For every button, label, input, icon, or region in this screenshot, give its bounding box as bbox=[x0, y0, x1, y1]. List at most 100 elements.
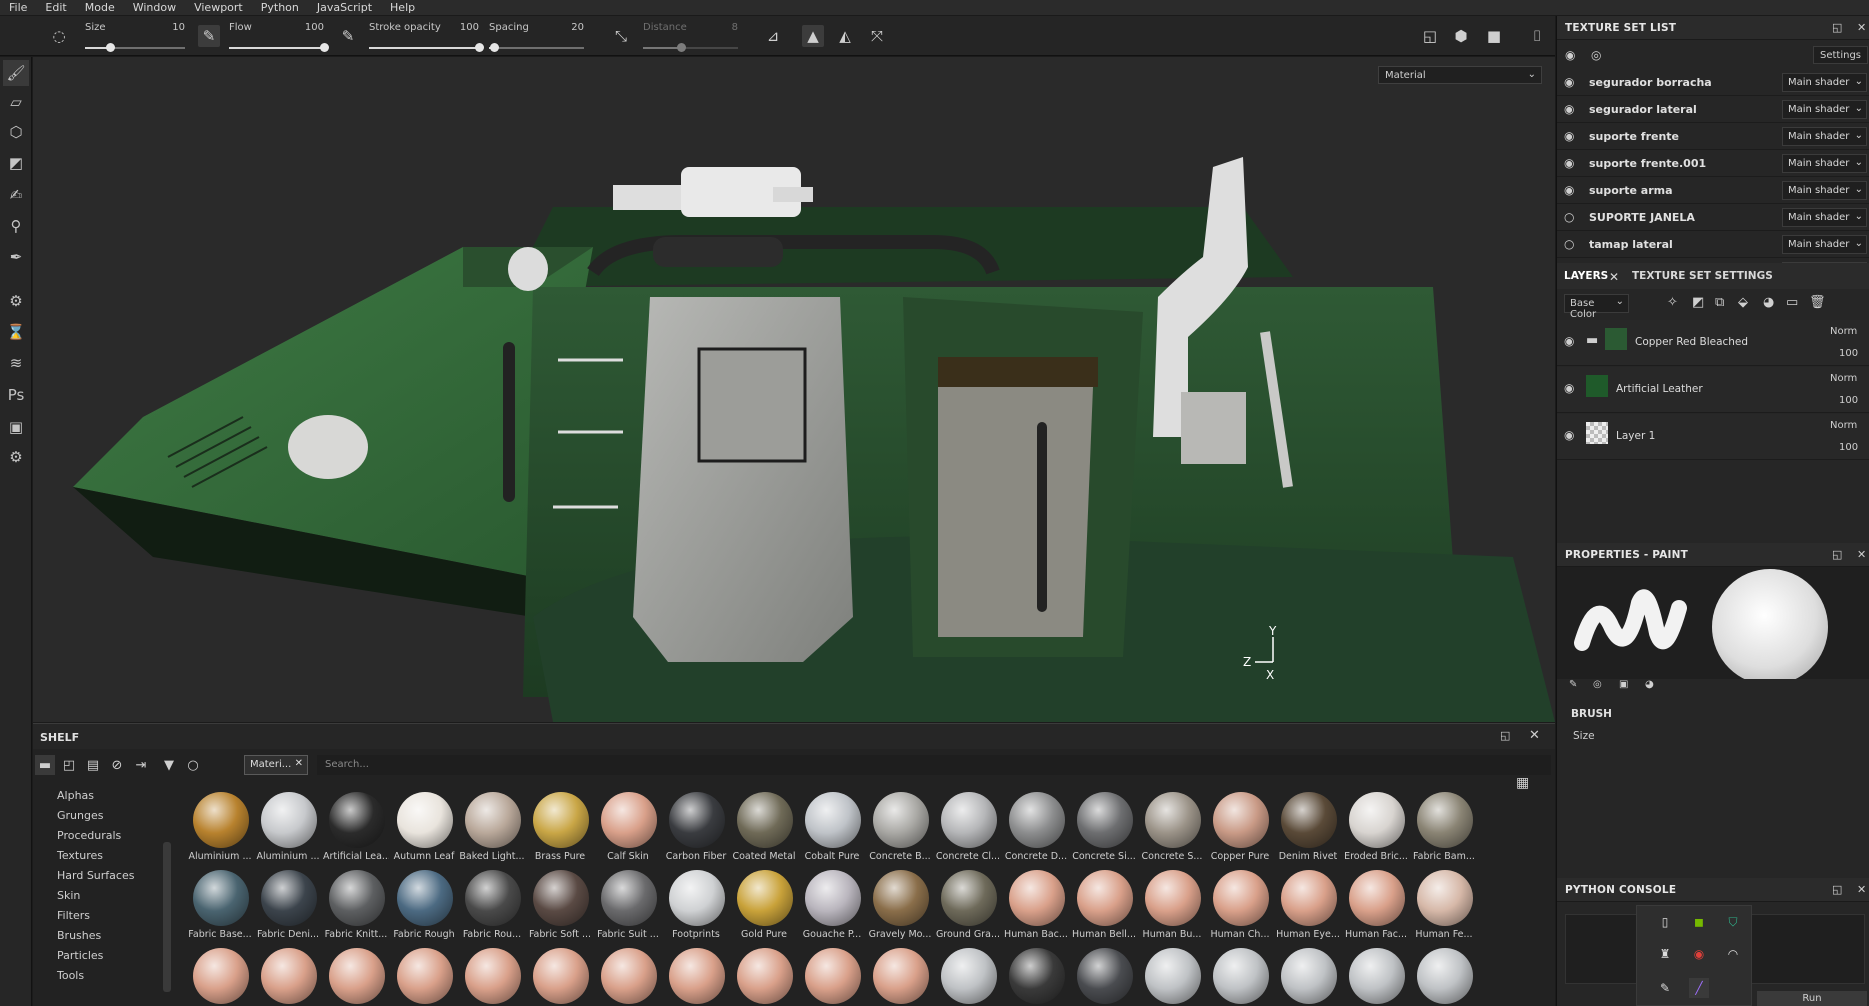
layer-row[interactable]: ◉ ▬ Copper Red Bleached Norm 100 bbox=[1557, 320, 1869, 366]
float-panel-icon[interactable]: ◱ bbox=[1832, 548, 1842, 561]
menu-window[interactable]: Window bbox=[124, 0, 185, 16]
projection-icon[interactable]: ⬡ bbox=[3, 119, 29, 145]
layer-opacity[interactable]: 100 bbox=[1839, 395, 1858, 406]
material-thumbnail[interactable]: Fabric Base... bbox=[187, 864, 253, 944]
shelf-category-item[interactable]: Filters bbox=[57, 909, 90, 922]
material-thumbnail[interactable]: Fabric Rough bbox=[391, 864, 457, 944]
nvidia-icon[interactable]: ◼ bbox=[1689, 912, 1709, 932]
material-thumbnail[interactable] bbox=[1411, 942, 1477, 1006]
size-control[interactable]: Size 10 bbox=[85, 20, 190, 54]
tab-layers[interactable]: LAYERS bbox=[1564, 270, 1608, 282]
texture-set-row[interactable]: ○ tamap lateral Main shader ⌄ bbox=[1557, 231, 1869, 258]
usb-icon[interactable]: ▯ bbox=[1655, 912, 1675, 932]
material-thumbnail[interactable] bbox=[255, 942, 321, 1006]
flow-slider[interactable] bbox=[229, 43, 329, 52]
eye-icon[interactable]: ◉ bbox=[1564, 102, 1574, 116]
material-thumbnail[interactable] bbox=[1207, 942, 1273, 1006]
material-thumbnail[interactable] bbox=[663, 942, 729, 1006]
flow-control[interactable]: Flow 100 bbox=[229, 20, 329, 54]
eye-icon[interactable]: ◉ bbox=[1564, 129, 1574, 143]
shelf-category-item[interactable]: Particles bbox=[57, 949, 103, 962]
layer-blend-mode[interactable]: Norm bbox=[1830, 373, 1857, 384]
eye-icon[interactable]: ○ bbox=[1564, 210, 1574, 224]
distance-control[interactable]: Distance 8 bbox=[643, 20, 743, 54]
pen-icon[interactable]: ✎ bbox=[1655, 978, 1675, 998]
channel-dropdown[interactable]: Base Color ⌄ bbox=[1564, 294, 1629, 320]
material-thumbnail[interactable]: Eroded Bric... bbox=[1343, 786, 1409, 866]
layer-opacity[interactable]: 100 bbox=[1839, 442, 1858, 453]
material-thumbnail[interactable]: Carbon Fiber bbox=[663, 786, 729, 866]
material-thumbnail[interactable]: Fabric Soft ... bbox=[527, 864, 593, 944]
layer-opacity[interactable]: 100 bbox=[1839, 348, 1858, 359]
float-panel-icon[interactable]: ◱ bbox=[1500, 729, 1510, 742]
smudge-icon[interactable]: ✍ bbox=[3, 182, 29, 208]
creative-cloud-icon[interactable]: ◉ bbox=[1689, 944, 1709, 964]
material-thumbnail[interactable]: Concrete B... bbox=[867, 786, 933, 866]
material-thumbnail[interactable] bbox=[1071, 942, 1137, 1006]
eye-icon[interactable]: ◉ bbox=[1564, 156, 1574, 170]
eye-icon[interactable]: ◉ bbox=[1564, 334, 1574, 348]
shelf-category-item[interactable]: Alphas bbox=[57, 789, 94, 802]
photoshop-icon[interactable]: Ps bbox=[3, 382, 29, 408]
bake-icon[interactable]: ⚙ bbox=[3, 288, 29, 314]
material-thumbnail[interactable]: Gouache P... bbox=[799, 864, 865, 944]
shader-dropdown[interactable]: Main shader ⌄ bbox=[1782, 181, 1867, 200]
brush-tab-icon[interactable]: ✎ bbox=[1569, 679, 1577, 690]
eye-icon[interactable]: ◉ bbox=[1564, 381, 1574, 395]
shader-dropdown[interactable]: Main shader ⌄ bbox=[1782, 73, 1867, 92]
material-thumbnail[interactable]: Concrete S... bbox=[1139, 786, 1205, 866]
texture-set-row[interactable]: ◉ suporte frente Main shader ⌄ bbox=[1557, 123, 1869, 150]
device-icon[interactable]: ♜ bbox=[1655, 944, 1675, 964]
viewport-channel-select[interactable]: Material ⌄ bbox=[1378, 66, 1542, 84]
material-thumbnail[interactable]: Cobalt Pure bbox=[799, 786, 865, 866]
alpha-tab-icon[interactable]: ◎ bbox=[1593, 679, 1602, 690]
close-icon[interactable]: ✕ bbox=[1857, 548, 1866, 561]
2d-view-icon[interactable]: ◱ bbox=[1419, 25, 1441, 47]
brush-shape-icon[interactable]: ◌ bbox=[48, 25, 70, 47]
spacing-value[interactable]: 20 bbox=[544, 22, 584, 33]
add-mask-icon[interactable]: ◩ bbox=[1692, 295, 1704, 310]
eraser-icon[interactable]: ▱ bbox=[3, 89, 29, 115]
shelf-category-item[interactable]: Skin bbox=[57, 889, 80, 902]
shelf-category-item[interactable]: Brushes bbox=[57, 929, 101, 942]
menu-python[interactable]: Python bbox=[252, 0, 308, 16]
3d-viewport[interactable]: Y Z X Material ⌄ bbox=[33, 57, 1555, 722]
clone-stamp-icon[interactable]: ⚲ bbox=[3, 213, 29, 239]
menu-javascript[interactable]: JavaScript bbox=[308, 0, 381, 16]
delete-layer-icon[interactable]: 🗑 bbox=[1809, 295, 1826, 310]
material-thumbnail[interactable]: Human Eye... bbox=[1275, 864, 1341, 944]
material-thumbnail[interactable] bbox=[323, 942, 389, 1006]
material-thumbnail[interactable]: Human Ch... bbox=[1207, 864, 1273, 944]
lazy-mouse-icon[interactable]: ⤡ bbox=[610, 25, 632, 47]
eye-toggle-icon[interactable]: ◉ bbox=[1565, 48, 1575, 62]
shelf-category-item[interactable]: Tools bbox=[57, 969, 84, 982]
material-thumbnail[interactable]: Footprints bbox=[663, 864, 729, 944]
shelf-icon[interactable]: ≋ bbox=[3, 350, 29, 376]
shelf-filter-tab[interactable]: Materi... ✕ bbox=[244, 755, 308, 775]
folder-icon[interactable]: ▬ bbox=[35, 755, 55, 775]
close-icon[interactable]: ✕ bbox=[295, 758, 303, 769]
stencil-tab-icon[interactable]: ▣ bbox=[1619, 679, 1628, 690]
eye-icon[interactable]: ◉ bbox=[1564, 75, 1574, 89]
texture-set-row[interactable]: ◉ suporte arma Main shader ⌄ bbox=[1557, 177, 1869, 204]
material-thumbnail[interactable] bbox=[459, 942, 525, 1006]
layer-row[interactable]: ◉ Artificial Leather Norm 100 bbox=[1557, 367, 1869, 413]
texture-set-row[interactable]: ◉ suporte frente.001 Main shader ⌄ bbox=[1557, 150, 1869, 177]
shelf-category-item[interactable]: Procedurals bbox=[57, 829, 121, 842]
polygon-fill-icon[interactable]: ◩ bbox=[3, 150, 29, 176]
new-folder-icon[interactable]: ◰ bbox=[59, 755, 79, 775]
pen-pressure-size-icon[interactable]: ✎ bbox=[198, 25, 220, 47]
material-thumbnail[interactable]: Baked Light... bbox=[459, 786, 525, 866]
material-thumbnail[interactable] bbox=[867, 942, 933, 1006]
export-icon[interactable]: ▣ bbox=[3, 414, 29, 440]
material-thumbnail[interactable]: Human Bac... bbox=[1003, 864, 1069, 944]
grid-view-icon[interactable]: ▦ bbox=[1516, 775, 1529, 791]
transform-icon[interactable]: ⤧ bbox=[866, 25, 888, 47]
material-tab-icon[interactable]: ◕ bbox=[1645, 679, 1654, 690]
eye-icon[interactable]: ◉ bbox=[1564, 428, 1574, 442]
menu-edit[interactable]: Edit bbox=[36, 0, 75, 16]
alignment-icon[interactable]: ⊿ bbox=[762, 25, 784, 47]
add-folder-icon[interactable]: ▭ bbox=[1786, 295, 1798, 310]
run-button[interactable]: Run bbox=[1757, 991, 1867, 1006]
layer-blend-mode[interactable]: Norm bbox=[1830, 420, 1857, 431]
